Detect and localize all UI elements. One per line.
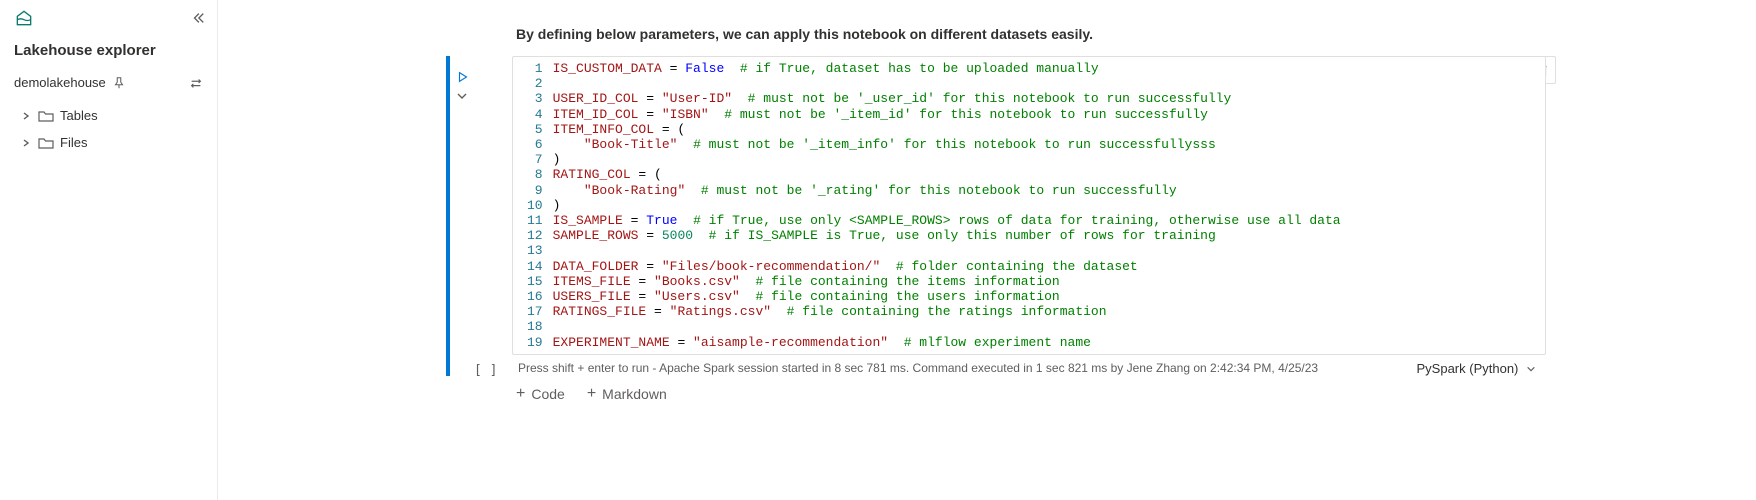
tree-item-files[interactable]: Files bbox=[18, 129, 213, 156]
cell-active-indicator bbox=[446, 56, 450, 376]
swap-lakehouse-icon[interactable] bbox=[189, 76, 203, 90]
notebook-main: By defining below parameters, we can app… bbox=[218, 0, 1756, 500]
folder-icon bbox=[38, 136, 54, 150]
add-cell-row: + Code + Markdown bbox=[218, 376, 1756, 402]
collapse-sidebar-icon[interactable] bbox=[191, 11, 205, 25]
language-label: PySpark (Python) bbox=[1417, 361, 1519, 376]
line-gutter: 12345678910111213141516171819 bbox=[513, 61, 553, 350]
add-code-label: Code bbox=[531, 386, 564, 402]
markdown-heading: By defining below parameters, we can app… bbox=[218, 0, 1756, 56]
sidebar-title: Lakehouse explorer bbox=[0, 32, 217, 69]
code-content[interactable]: IS_CUSTOM_DATA = False # if True, datase… bbox=[553, 61, 1545, 350]
tree-item-tables[interactable]: Tables bbox=[18, 102, 213, 129]
chevron-right-icon bbox=[22, 139, 32, 147]
plus-icon: + bbox=[516, 386, 525, 402]
cell-run-menu-chevron-icon[interactable] bbox=[456, 90, 470, 102]
tree-label: Files bbox=[60, 135, 87, 150]
folder-icon bbox=[38, 109, 54, 123]
sidebar: Lakehouse explorer demolakehouse bbox=[0, 0, 218, 500]
lakehouse-selector[interactable]: demolakehouse bbox=[0, 69, 217, 96]
plus-icon: + bbox=[587, 386, 596, 402]
code-cell[interactable]: 12345678910111213141516171819 IS_CUSTOM_… bbox=[218, 56, 1756, 376]
add-code-cell-button[interactable]: + Code bbox=[516, 386, 565, 402]
lakehouse-logo-icon bbox=[14, 8, 34, 28]
tree-label: Tables bbox=[60, 108, 98, 123]
lakehouse-name: demolakehouse bbox=[14, 75, 106, 90]
add-markdown-label: Markdown bbox=[602, 386, 667, 402]
run-cell-button[interactable] bbox=[456, 70, 470, 84]
explorer-tree: Tables Files bbox=[0, 96, 217, 156]
cell-status-text: Press shift + enter to run - Apache Spar… bbox=[518, 361, 1318, 375]
language-dropdown[interactable]: PySpark (Python) bbox=[1417, 361, 1537, 376]
cell-output-marker: [ ] bbox=[474, 363, 497, 378]
add-markdown-cell-button[interactable]: + Markdown bbox=[587, 386, 667, 402]
code-editor[interactable]: 12345678910111213141516171819 IS_CUSTOM_… bbox=[512, 56, 1546, 355]
pin-icon[interactable] bbox=[112, 76, 126, 90]
chevron-right-icon bbox=[22, 112, 32, 120]
